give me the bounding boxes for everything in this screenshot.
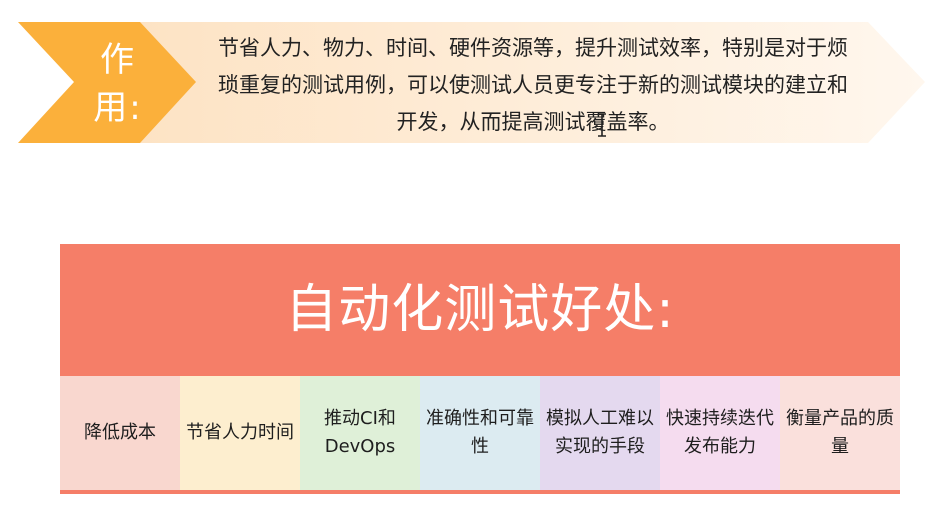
role-description: 节省人力、物力、时间、硬件资源等，提升测试效率，特别是对于烦琐重复的测试用例，可…	[218, 36, 848, 134]
benefit-fast-iteration: 快速持续迭代发布能力	[660, 376, 780, 490]
role-label-line1: 作	[100, 40, 136, 80]
role-label-line2: 用:	[93, 88, 143, 128]
text-cursor-icon	[598, 113, 606, 137]
role-banner: 作 用: 节省人力、物力、时间、硬件资源等，提升测试效率，特别是对于烦琐重复的测…	[0, 0, 940, 160]
benefits-title: 自动化测试好处:	[285, 280, 675, 340]
benefit-ci-devops: 推动CI和DevOps	[300, 376, 420, 490]
benefit-accuracy: 准确性和可靠性	[420, 376, 540, 490]
benefits-panel: 自动化测试好处: 降低成本 节省人力时间 推动CI和DevOps 准确性和可靠性…	[60, 244, 900, 494]
role-label: 作 用:	[78, 36, 158, 136]
benefits-bottom-line	[60, 490, 900, 494]
benefits-header: 自动化测试好处:	[60, 244, 900, 376]
benefit-quality: 衡量产品的质量	[780, 376, 900, 490]
benefits-row: 降低成本 节省人力时间 推动CI和DevOps 准确性和可靠性 模拟人工难以实现…	[60, 376, 900, 490]
benefit-cost: 降低成本	[60, 376, 180, 490]
benefit-simulation: 模拟人工难以实现的手段	[540, 376, 660, 490]
benefit-labor-time: 节省人力时间	[180, 376, 300, 490]
